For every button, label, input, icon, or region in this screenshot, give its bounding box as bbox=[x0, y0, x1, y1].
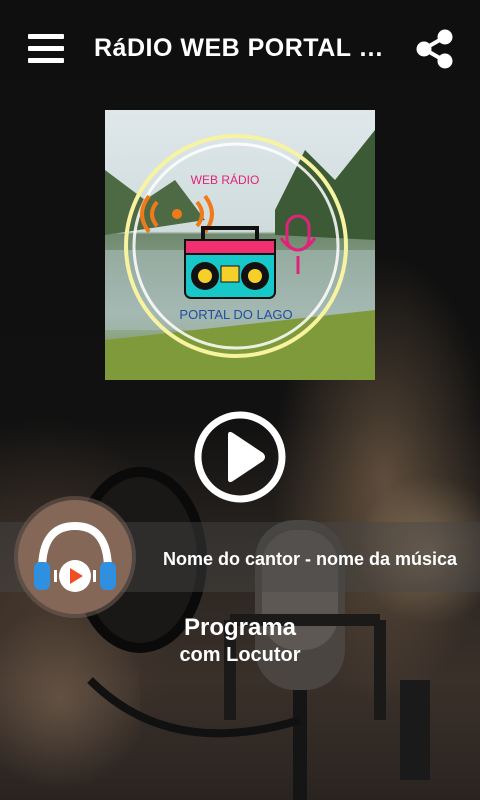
play-icon bbox=[228, 431, 265, 483]
now-playing-track: Nome do cantor - nome da música bbox=[162, 549, 458, 569]
logo-subtitle: PORTAL DO LAGO bbox=[179, 307, 292, 322]
menu-icon-line bbox=[28, 46, 64, 51]
program-info: Programa com Locutor bbox=[140, 614, 340, 668]
program-host: com Locutor bbox=[179, 644, 301, 666]
play-button[interactable] bbox=[193, 410, 287, 504]
menu-icon-line bbox=[28, 58, 64, 63]
logo-text: WEB RÁDIO bbox=[191, 172, 260, 187]
menu-icon-line bbox=[28, 34, 64, 39]
app-bar: RáDIO WEB PORTAL DO LAGO bbox=[0, 0, 480, 100]
album-art: WEB RÁDIO PORTAL DO LAGO bbox=[105, 110, 375, 380]
app-title: RáDIO WEB PORTAL DO LAGO bbox=[94, 34, 394, 62]
avatar bbox=[18, 500, 132, 614]
album-art-image: WEB RÁDIO PORTAL DO LAGO bbox=[105, 110, 375, 380]
menu-icon[interactable] bbox=[28, 32, 64, 66]
headphones-icon bbox=[34, 521, 116, 592]
program-name: Programa bbox=[183, 614, 297, 641]
share-icon[interactable] bbox=[414, 28, 456, 70]
